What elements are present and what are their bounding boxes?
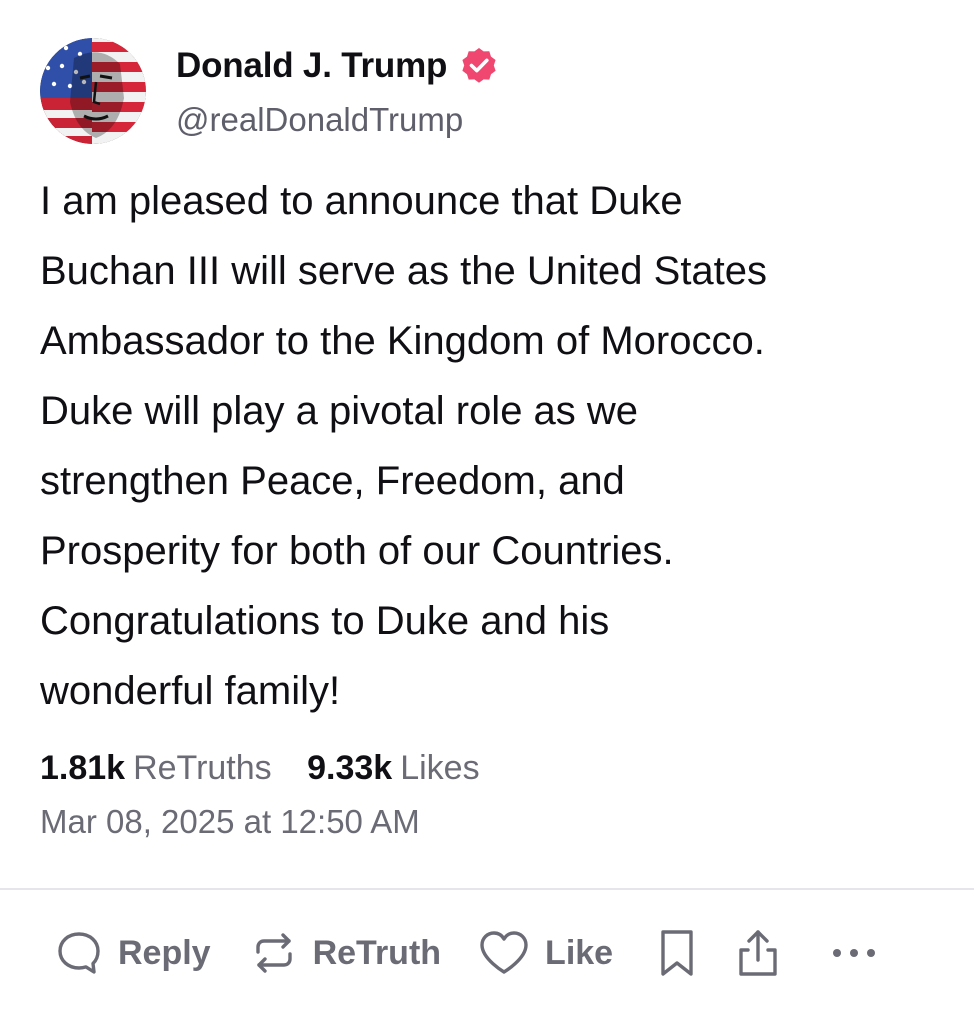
retruths-stat[interactable]: 1.81k ReTruths: [40, 745, 272, 791]
share-upload-icon: [739, 930, 777, 976]
retruths-count: 1.81k: [40, 749, 126, 787]
likes-label: Likes: [400, 749, 480, 787]
like-button[interactable]: Like: [477, 928, 613, 978]
avatar[interactable]: [40, 38, 146, 144]
retruth-label: ReTruth: [312, 933, 442, 972]
post-text-line: Prosperity for both of our Countries.: [40, 529, 674, 573]
bookmark-icon: [661, 930, 693, 976]
like-label: Like: [545, 933, 614, 972]
display-name[interactable]: Donald J. Trump: [176, 46, 447, 86]
bookmark-button[interactable]: [655, 926, 699, 980]
retruth-button[interactable]: ReTruth: [249, 928, 441, 978]
repeat-arrows-icon: [255, 933, 292, 973]
reply-label: Reply: [118, 933, 211, 972]
verified-badge-icon: [462, 48, 496, 83]
more-button[interactable]: [829, 943, 879, 963]
post-header: Donald J. Trump @realDonaldTrump: [40, 38, 499, 144]
post-timestamp: Mar 08, 2025 at 12:50 AM: [40, 803, 420, 840]
user-handle[interactable]: @realDonaldTrump: [176, 102, 499, 138]
post-text-line: wonderful family!: [40, 669, 341, 713]
speech-bubble-icon: [58, 932, 100, 974]
post-text-line: strengthen Peace, Freedom, and: [40, 459, 625, 503]
post-text: I am pleased to announce that Duke Bucha…: [40, 166, 950, 726]
more-dots-icon: [833, 949, 876, 957]
share-button[interactable]: [733, 926, 783, 980]
avatar-image: [40, 38, 146, 144]
likes-count: 9.33k: [307, 749, 393, 787]
likes-stat[interactable]: 9.33k Likes: [307, 745, 479, 791]
author-info: Donald J. Trump @realDonaldTrump: [176, 38, 499, 138]
post-text-line: Buchan III will serve as the United Stat…: [40, 249, 768, 293]
post-text-line: Duke will play a pivotal role as we: [40, 389, 639, 433]
post-text-line: Congratulations to Duke and his: [40, 599, 610, 643]
post-stats: 1.81k ReTruths 9.33k Likes: [40, 745, 506, 791]
post-text-line: Ambassador to the Kingdom of Morocco.: [40, 319, 765, 363]
reply-button[interactable]: Reply: [54, 928, 211, 978]
retruths-label: ReTruths: [133, 749, 272, 787]
action-bar: Reply ReTruth Like: [54, 922, 879, 984]
post-text-line: I am pleased to announce that Duke: [40, 179, 683, 223]
heart-icon: [480, 931, 528, 974]
name-row: Donald J. Trump: [176, 46, 499, 86]
divider: [0, 888, 974, 890]
